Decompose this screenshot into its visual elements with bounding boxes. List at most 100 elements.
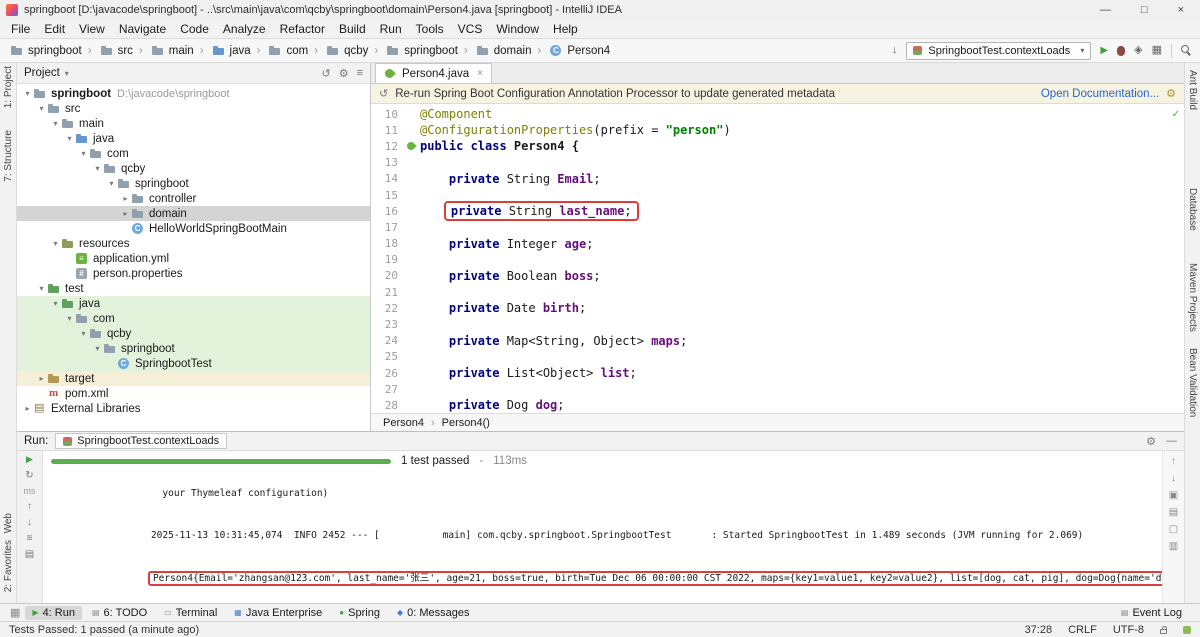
tree-row[interactable]: HelloWorldSpringBootMain xyxy=(17,221,370,236)
run-toolbar-icon[interactable]: ▤ xyxy=(25,549,34,560)
gutter-icon[interactable] xyxy=(405,252,420,268)
close-icon[interactable]: × xyxy=(477,68,483,79)
menu-item[interactable]: Window xyxy=(489,20,546,38)
tool-window-button[interactable]: Database xyxy=(1187,185,1198,234)
gutter-icon[interactable] xyxy=(405,349,420,365)
line-number[interactable]: 20 xyxy=(371,269,405,282)
line-number[interactable]: 14 xyxy=(371,172,405,185)
breadcrumb-item[interactable]: java xyxy=(197,44,254,58)
breadcrumb-item[interactable]: springboot xyxy=(371,44,461,58)
code-text[interactable]: public class Person4 { xyxy=(420,139,579,153)
tree-toggle-arrow[interactable]: ▾ xyxy=(21,89,34,98)
breadcrumb-item[interactable]: domain xyxy=(461,44,535,58)
gutter-icon[interactable] xyxy=(405,187,420,203)
tool-window-button[interactable]: Bean Validation xyxy=(1187,345,1198,420)
gutter-icon[interactable] xyxy=(405,219,420,235)
run-toolbar-icon[interactable]: ≡ xyxy=(27,533,33,544)
run-toolbar-icon[interactable]: ↓ xyxy=(27,517,32,528)
breadcrumb-item[interactable]: main xyxy=(136,44,197,58)
code-text[interactable]: private String Email; xyxy=(449,172,601,186)
tree-row[interactable]: ▸ controller xyxy=(17,191,370,206)
gutter-icon[interactable] xyxy=(405,171,420,187)
console-toolbar-icon[interactable]: ↓ xyxy=(1171,473,1176,484)
maximize-button[interactable]: □ xyxy=(1141,4,1148,16)
console-toolbar-icon[interactable]: ▢ xyxy=(1169,524,1178,535)
notifications-icon[interactable] xyxy=(1183,625,1191,634)
tool-window-tab[interactable]: ◆ 0: Messages xyxy=(390,606,477,620)
gutter-icon[interactable] xyxy=(405,122,420,138)
line-number[interactable]: 22 xyxy=(371,302,405,315)
tree-toggle-arrow[interactable]: ▾ xyxy=(77,149,90,158)
tool-window-button[interactable]: 7: Structure xyxy=(3,127,14,185)
gutter-icon[interactable] xyxy=(405,333,420,349)
tree-toggle-arrow[interactable]: ▸ xyxy=(35,374,48,383)
line-number[interactable]: 18 xyxy=(371,237,405,250)
encoding-indicator[interactable]: UTF-8 xyxy=(1113,624,1144,636)
chevron-down-icon[interactable]: ▾ xyxy=(65,69,69,78)
line-number[interactable]: 11 xyxy=(371,124,405,137)
tree-row[interactable]: ▾ qcby xyxy=(17,161,370,176)
run-panel-header-icon[interactable]: ⚙ xyxy=(1146,435,1156,448)
menu-item[interactable]: Code xyxy=(173,20,216,38)
menu-item[interactable]: View xyxy=(72,20,112,38)
tree-toggle-arrow[interactable]: ▾ xyxy=(91,344,104,353)
tree-row[interactable]: ▾ qcby xyxy=(17,326,370,341)
tree-toggle-arrow[interactable]: ▾ xyxy=(35,104,48,113)
console-toolbar-icon[interactable]: ▣ xyxy=(1169,490,1178,501)
line-number[interactable]: 19 xyxy=(371,253,405,266)
tree-row[interactable]: ▾ springboot xyxy=(17,176,370,191)
gutter-icon[interactable] xyxy=(405,268,420,284)
console-toolbar-icon[interactable]: ▥ xyxy=(1169,541,1178,552)
menu-item[interactable]: Navigate xyxy=(112,20,173,38)
editor-breadcrumb-item[interactable]: Person4 xyxy=(383,417,424,429)
inspection-ok-icon[interactable]: ✓ xyxy=(1172,109,1180,120)
tool-window-tab[interactable]: ▤ Event Log xyxy=(1114,606,1189,620)
tree-row[interactable]: ▸ domain xyxy=(17,206,370,221)
menu-item[interactable]: File xyxy=(4,20,37,38)
editor-tab[interactable]: Person4.java × xyxy=(375,63,492,83)
gutter-icon[interactable] xyxy=(405,284,420,300)
code-text[interactable]: private Integer age; xyxy=(449,237,594,251)
sort-icon[interactable]: ↓ xyxy=(892,45,898,56)
tree-row[interactable]: ▾ java xyxy=(17,131,370,146)
gutter-icon[interactable] xyxy=(405,365,420,381)
tree-toggle-arrow[interactable]: ▸ xyxy=(119,194,132,203)
tree-row[interactable]: ▾ java xyxy=(17,296,370,311)
debug-button[interactable] xyxy=(1117,45,1126,56)
tree-toggle-arrow[interactable]: ▾ xyxy=(63,134,76,143)
code-text[interactable]: private Boolean boss; xyxy=(449,269,601,283)
breadcrumb-item[interactable]: qcby xyxy=(311,44,371,58)
tree-row[interactable]: application.yml xyxy=(17,251,370,266)
tool-window-button[interactable]: 1: Project xyxy=(3,63,14,111)
tool-window-button[interactable]: Ant Build xyxy=(1187,67,1198,113)
tree-row[interactable]: ▾ springboot D:\javacode\springboot xyxy=(17,86,370,101)
console-toolbar-icon[interactable]: ↑ xyxy=(1171,456,1176,467)
gutter-icon[interactable] xyxy=(405,300,420,316)
tree-row[interactable]: ▾ com xyxy=(17,146,370,161)
tree-row[interactable]: ▾ main xyxy=(17,116,370,131)
tree-toggle-arrow[interactable]: ▸ xyxy=(21,404,34,413)
console-toolbar-icon[interactable]: ▤ xyxy=(1169,507,1178,518)
tool-window-button[interactable]: Maven Projects xyxy=(1187,260,1198,335)
line-number[interactable]: 10 xyxy=(371,108,405,121)
line-number[interactable]: 17 xyxy=(371,221,405,234)
run-configuration-select[interactable]: SpringbootTest.contextLoads ▾ xyxy=(906,41,1092,60)
code-text[interactable]: private Map<String, Object> maps; xyxy=(449,334,687,348)
settings-gear-icon[interactable]: ⚙ xyxy=(1166,87,1176,100)
line-number[interactable]: 26 xyxy=(371,367,405,380)
breadcrumb-item[interactable]: com xyxy=(254,44,312,58)
gutter-icon[interactable] xyxy=(405,236,420,252)
project-header-action-icon[interactable]: ≡ xyxy=(357,67,363,80)
project-header-action-icon[interactable]: ⚙ xyxy=(339,67,349,80)
line-number[interactable]: 21 xyxy=(371,286,405,299)
tree-row[interactable]: pom.xml xyxy=(17,386,370,401)
line-number[interactable]: 15 xyxy=(371,189,405,202)
run-toolbar-icon[interactable]: ↑ xyxy=(27,501,32,512)
menu-item[interactable]: VCS xyxy=(451,20,490,38)
menu-item[interactable]: Refactor xyxy=(273,20,332,38)
code-text[interactable]: private String last_name; xyxy=(443,201,639,222)
tree-row[interactable]: SpringbootTest xyxy=(17,356,370,371)
tree-toggle-arrow[interactable]: ▾ xyxy=(49,239,62,248)
tree-toggle-arrow[interactable]: ▾ xyxy=(63,314,76,323)
run-button[interactable]: ▶ xyxy=(1100,45,1108,56)
